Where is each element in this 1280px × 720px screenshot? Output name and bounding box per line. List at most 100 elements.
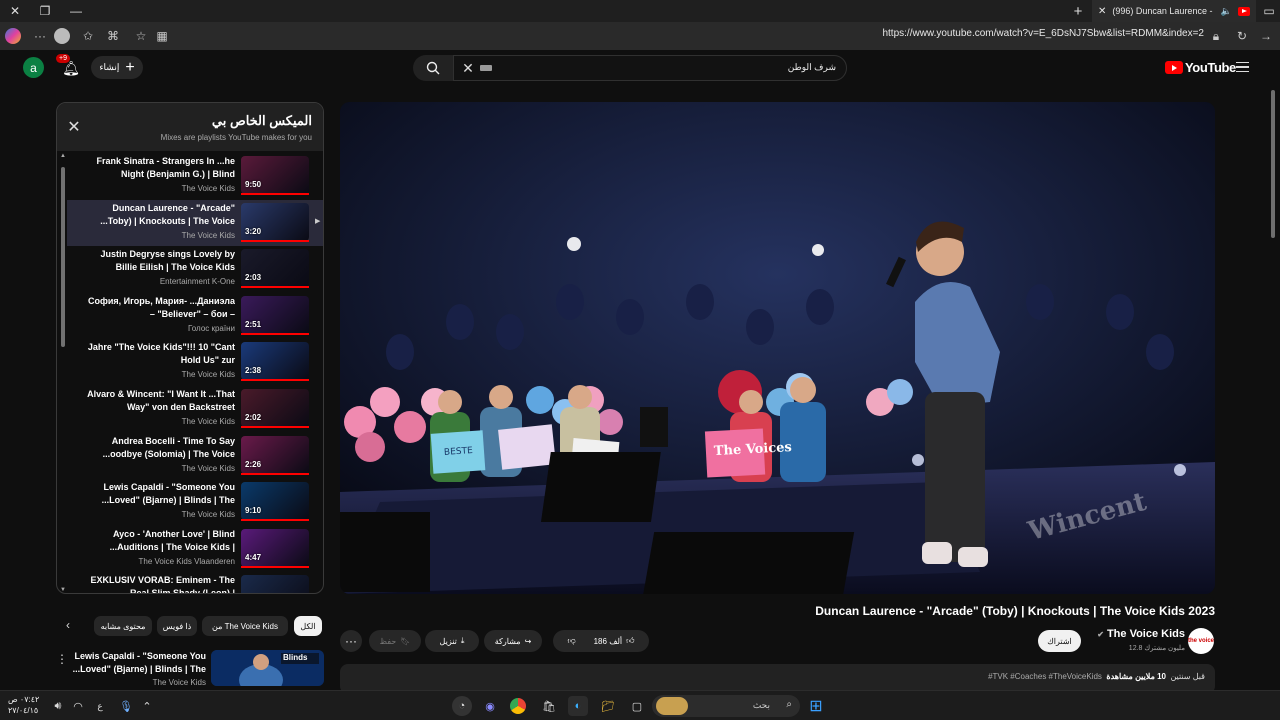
rec-thumbnail[interactable]: Blinds bbox=[211, 650, 324, 686]
channel-avatar[interactable]: the voice bbox=[1188, 628, 1214, 654]
chip-all[interactable]: الكل bbox=[294, 616, 322, 636]
search-query: شرف الوطن bbox=[787, 62, 836, 72]
page-scrollbar-thumb[interactable] bbox=[1271, 90, 1275, 238]
playlist-item[interactable]: 2:51 София, Игорь, Мария- ...Даниэла – "B… bbox=[67, 293, 323, 339]
like-icon[interactable]: 👍︎ bbox=[626, 636, 634, 646]
subscribe-button[interactable]: اشتراك bbox=[1038, 630, 1081, 652]
playlist-item[interactable]: 2:02 Alvaro & Wincent: "I Want It ...That… bbox=[67, 386, 323, 432]
lock-icon[interactable]: 🔒︎ bbox=[1206, 26, 1226, 46]
page-scrollbar[interactable] bbox=[1270, 86, 1276, 690]
file-explorer-icon[interactable]: 📁︎ bbox=[598, 696, 618, 716]
playlist-item[interactable]: 2:03 Justin Degryse sings Lovely by Billi… bbox=[67, 246, 323, 292]
playlist-item-thumbnail[interactable] bbox=[241, 575, 309, 593]
discord-icon[interactable]: ◉ bbox=[480, 696, 500, 716]
keyboard-icon[interactable] bbox=[480, 65, 492, 71]
tab-actions-icon[interactable]: ▭ bbox=[1254, 0, 1280, 22]
search-input[interactable]: ✕ شرف الوطن bbox=[453, 55, 847, 81]
menu-hamburger-icon[interactable] bbox=[1236, 62, 1249, 72]
new-tab-icon[interactable]: + bbox=[1063, 0, 1093, 22]
forward-icon[interactable]: → bbox=[1256, 26, 1276, 46]
youtube-logo[interactable]: YouTube bbox=[1165, 60, 1236, 75]
favorite-star-icon[interactable]: ☆ bbox=[131, 26, 151, 46]
browser-tab[interactable]: ✕ (996) Duncan Laurence - "Ar 🔈 bbox=[1092, 0, 1256, 22]
scrollbar-thumb[interactable] bbox=[61, 167, 65, 347]
playlist-item[interactable]: 4:47 Ayco - 'Another Love' | Blind ...Aud… bbox=[67, 526, 323, 572]
more-dots-icon[interactable]: ··· bbox=[30, 26, 50, 46]
system-clock[interactable]: ٠٧:٤٢ ص ٢٧/٠٤/١٥ bbox=[8, 694, 39, 716]
playlist-item-channel: Entertainment K-One bbox=[159, 277, 235, 287]
share-button[interactable]: مشاركة ↪ bbox=[484, 630, 542, 652]
save-button[interactable]: حفظ 🔖︎ bbox=[369, 630, 421, 652]
microphone-icon[interactable]: 🎙︎ bbox=[116, 696, 136, 716]
profile-icon[interactable] bbox=[54, 28, 70, 44]
playlist-item-duration: 2:51 bbox=[245, 319, 262, 329]
minimize-window-icon[interactable]: — bbox=[61, 0, 91, 22]
copilot-icon[interactable] bbox=[5, 28, 21, 44]
taskbar-search[interactable]: بحث ⌕ bbox=[652, 695, 800, 717]
taskbar-search-placeholder: بحث bbox=[752, 700, 770, 710]
app-timer-icon[interactable]: ◔ bbox=[452, 696, 472, 716]
save-label: حفظ bbox=[379, 636, 397, 646]
playlist-item-progress bbox=[241, 379, 309, 382]
playlist-item-title: Andrea Bocelli - Time To Say ...oodbye (… bbox=[102, 435, 235, 459]
description-tags[interactable]: #TVK #Coaches #TheVoiceKids bbox=[988, 672, 1102, 681]
collections-icon[interactable]: ✩ bbox=[78, 26, 98, 46]
audio-icon[interactable]: 🔈 bbox=[1221, 6, 1232, 17]
search-button[interactable] bbox=[413, 55, 453, 81]
playlist-item[interactable]: 9:10 Lewis Capaldi - "Someone You ...Love… bbox=[67, 479, 323, 525]
scroll-down-icon[interactable]: ▼ bbox=[60, 587, 66, 593]
url-field[interactable]: https://www.youtube.com/watch?v=E_6DsNJ7… bbox=[820, 28, 1204, 39]
playlist-item[interactable]: 9:50 Frank Sinatra - Strangers In ...he N… bbox=[67, 153, 323, 199]
video-player[interactable]: BESTE The Voices Wincent bbox=[340, 102, 1215, 594]
chip-from-channel[interactable]: من The Voice Kids bbox=[202, 616, 288, 636]
playlist-item[interactable]: 2:26 Andrea Bocelli - Time To Say ...oodb… bbox=[67, 433, 323, 479]
channel-subscribers: 12.8 مليون مشترك bbox=[1128, 645, 1185, 652]
playlist-item-title: Frank Sinatra - Strangers In ...he Night… bbox=[96, 156, 235, 179]
playlist-item[interactable]: 3:20 Duncan Laurence - "Arcade" ...Toby) … bbox=[67, 199, 323, 246]
tray-chevron-icon[interactable]: ⌃ bbox=[137, 696, 157, 716]
extensions-icon[interactable]: ⌘ bbox=[103, 26, 123, 46]
restore-window-icon[interactable]: ❐ bbox=[30, 0, 60, 22]
rec-badge: Blinds bbox=[283, 653, 308, 662]
playlist-item-channel: The Voice Kids bbox=[181, 230, 235, 240]
scroll-up-icon[interactable]: ▲ bbox=[60, 153, 66, 159]
wifi-icon[interactable]: ◠ bbox=[68, 696, 88, 716]
chip-similar[interactable]: محتوى مشابه bbox=[94, 616, 152, 636]
tab-layout-icon[interactable]: ▦ bbox=[152, 26, 172, 46]
more-actions-button[interactable]: ··· bbox=[340, 630, 362, 652]
chrome-icon[interactable] bbox=[510, 698, 526, 714]
playlist-item-duration: 3:20 bbox=[245, 226, 262, 236]
download-button[interactable]: تنزيل ⤓ bbox=[425, 630, 479, 652]
playlist-subtitle: Mixes are playlists YouTube makes for yo… bbox=[160, 133, 312, 142]
playlist-item-duration: 2:03 bbox=[245, 273, 262, 283]
filter-chips: ‹ محتوى مشابه ذا فويس من The Voice Kids … bbox=[56, 614, 324, 638]
playlist-item-duration: 2:02 bbox=[245, 413, 262, 422]
now-playing-icon: ▶ bbox=[315, 217, 321, 225]
account-avatar[interactable]: a bbox=[23, 57, 44, 78]
store-icon[interactable]: 🛍︎ bbox=[539, 696, 559, 716]
windows-start-icon[interactable]: ⊞ bbox=[806, 696, 826, 716]
playlist-item[interactable]: 2:38 Jahre "The Voice Kids"!!! 10 "Cant H… bbox=[67, 339, 323, 385]
edge-icon[interactable]: ◐ bbox=[568, 696, 588, 716]
close-playlist-icon[interactable]: ✕ bbox=[66, 119, 82, 136]
window-icon[interactable]: ▢ bbox=[627, 696, 647, 716]
refresh-icon[interactable]: ↻ bbox=[1232, 26, 1252, 46]
tab-close-icon[interactable]: ✕ bbox=[1098, 6, 1106, 17]
logo-text: YouTube bbox=[1185, 60, 1236, 75]
playlist-item[interactable]: EXKLUSIV VORAB: Eminem - The Real Slim S… bbox=[67, 572, 323, 593]
close-window-icon[interactable]: ✕ bbox=[0, 0, 30, 22]
recommended-video[interactable]: ⋮ Lewis Capaldi - "Someone You ...Loved"… bbox=[56, 650, 324, 687]
like-dislike-group: 👎︎ 186 ألف 👍︎ bbox=[553, 630, 649, 652]
playlist-item-channel: The Voice Kids bbox=[181, 417, 235, 426]
volume-icon[interactable]: 🔊︎ bbox=[48, 696, 68, 716]
dislike-icon[interactable]: 👎︎ bbox=[567, 636, 575, 646]
channel-name[interactable]: ✔ The Voice Kids bbox=[1097, 628, 1185, 640]
create-button[interactable]: إنشاء + bbox=[91, 56, 143, 79]
chip-the-voice[interactable]: ذا فويس bbox=[157, 616, 197, 636]
youtube-play-icon bbox=[1165, 61, 1183, 74]
chips-scroll-left-icon[interactable]: ‹ bbox=[66, 618, 78, 634]
browser-titlebar: ✕ ❐ — + ✕ (996) Duncan Laurence - "Ar 🔈 … bbox=[0, 0, 1280, 22]
language-indicator[interactable]: ع bbox=[90, 696, 110, 716]
playlist-scrollbar[interactable]: ▲ ▼ bbox=[60, 153, 66, 593]
clear-search-icon[interactable]: ✕ bbox=[460, 60, 476, 76]
